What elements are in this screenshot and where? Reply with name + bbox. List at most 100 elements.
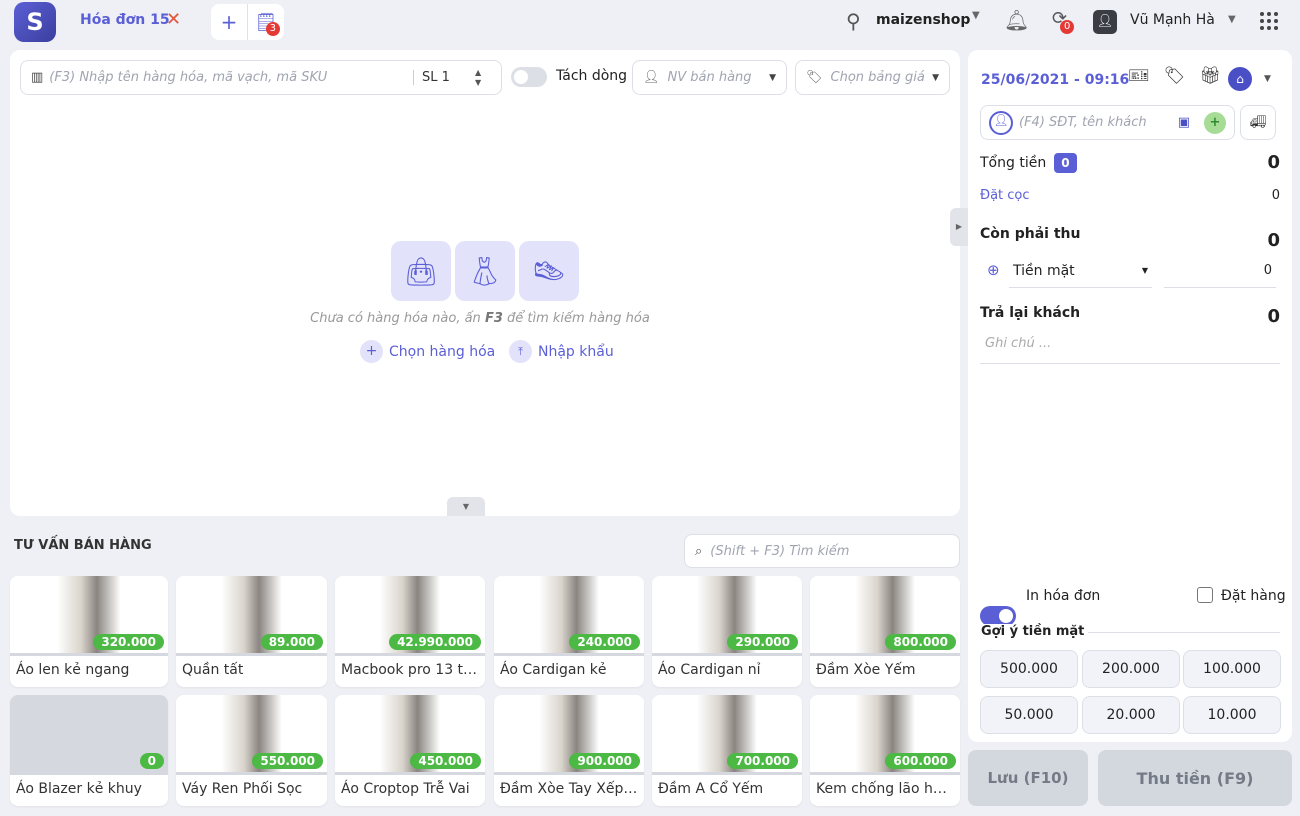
deposit-link[interactable]: Đặt cọc xyxy=(980,188,1030,203)
choose-products-button[interactable]: + Chọn hàng hóa xyxy=(360,340,495,363)
delivery-truck-button[interactable]: 🚚︎ xyxy=(1240,105,1276,140)
orders-list-button[interactable]: 🗒 3 xyxy=(248,4,284,40)
import-button[interactable]: ⤒ Nhập khẩu xyxy=(509,340,614,363)
cash-suggestion-button[interactable]: 10.000 xyxy=(1183,696,1281,734)
amount-due-value: 0 xyxy=(1267,230,1280,251)
total-label: Tổng tiền xyxy=(980,154,1047,171)
tag-icon: 🏷︎ xyxy=(806,70,823,85)
user-menu[interactable]: Vũ Mạnh Hà xyxy=(1130,12,1215,28)
order-datetime[interactable]: 25/06/2021 - 09:16 xyxy=(981,72,1129,88)
search-icon: ⌕ xyxy=(695,543,703,559)
product-image: 600.000 xyxy=(810,695,960,775)
bell-icon[interactable]: 🔔︎ xyxy=(1004,8,1029,32)
product-price: 290.000 xyxy=(727,634,798,650)
product-card[interactable]: 320.000 Áo len kẻ ngang xyxy=(10,576,168,687)
chevron-down-icon: ▼ xyxy=(932,72,939,83)
store-chevron-icon[interactable]: ▼ xyxy=(972,10,980,21)
payment-method-select[interactable]: Tiền mặt ▼ xyxy=(1009,254,1152,288)
apps-grid-icon[interactable] xyxy=(1260,12,1278,30)
product-card[interactable]: 290.000 Áo Cardigan nỉ xyxy=(652,576,802,687)
product-card[interactable]: 89.000 Quần tất xyxy=(176,576,327,687)
staff-select[interactable]: 👤︎ NV bán hàng ▼ xyxy=(632,60,787,95)
cash-suggestion-button[interactable]: 100.000 xyxy=(1183,650,1281,688)
product-search-input[interactable]: (F3) Nhập tên hàng hóa, mã vạch, mã SKU xyxy=(49,70,413,85)
upload-icon: ⤒ xyxy=(509,340,532,363)
product-image: 800.000 xyxy=(810,576,960,656)
product-card[interactable]: 42.990.000 Macbook pro 13 touchbar xyxy=(335,576,485,687)
product-name: Áo Croptop Trễ Vai xyxy=(341,781,470,797)
expand-panel-handle[interactable]: ▶ xyxy=(950,208,968,246)
store-icon[interactable]: ⌂ xyxy=(1228,67,1252,91)
collapse-suggestions-handle[interactable]: ▼ xyxy=(447,497,485,516)
sync-icon[interactable]: ⟳ 0 xyxy=(1052,8,1075,34)
product-image: 900.000 xyxy=(494,695,644,775)
item-count-badge: 0 xyxy=(1054,152,1077,173)
add-tab-button[interactable]: + xyxy=(211,4,248,40)
chevron-down-icon[interactable]: ▼ xyxy=(1264,74,1271,84)
coupon-tag-icon[interactable]: 🏷︎ xyxy=(1164,66,1186,86)
scan-customer-icon[interactable]: ▣ xyxy=(1178,115,1190,130)
paid-amount-input[interactable]: 0 xyxy=(1164,254,1276,288)
barcode-icon: ▥ xyxy=(31,70,44,85)
product-name: Đầm A Cổ Yếm xyxy=(658,781,764,797)
product-card[interactable]: 240.000 Áo Cardigan kẻ xyxy=(494,576,644,687)
product-price: 42.990.000 xyxy=(389,634,481,650)
product-search[interactable]: ▥ (F3) Nhập tên hàng hóa, mã vạch, mã SK… xyxy=(20,60,502,95)
cash-suggestion-button[interactable]: 20.000 xyxy=(1082,696,1180,734)
user-avatar[interactable]: 👤︎ xyxy=(1093,10,1117,34)
product-price: 450.000 xyxy=(410,753,481,769)
product-image: 450.000 xyxy=(335,695,485,775)
product-name: Váy Ren Phối Sọc xyxy=(182,781,303,797)
product-name: Áo Cardigan kẻ xyxy=(500,662,607,678)
app-logo[interactable]: S xyxy=(14,2,56,42)
cash-suggestion-button[interactable]: 500.000 xyxy=(980,650,1078,688)
print-invoice-label: In hóa đơn xyxy=(1026,588,1101,604)
note-input[interactable]: Ghi chú ... xyxy=(980,333,1280,364)
product-price: 550.000 xyxy=(252,753,323,769)
product-card[interactable]: 450.000 Áo Croptop Trễ Vai xyxy=(335,695,485,806)
user-chevron-icon[interactable]: ▼ xyxy=(1228,14,1236,25)
location-pin-icon: ⚲ xyxy=(846,9,861,33)
place-order-checkbox[interactable] xyxy=(1197,587,1213,603)
product-card[interactable]: 800.000 Đầm Xòe Yếm xyxy=(810,576,960,687)
product-price: 800.000 xyxy=(885,634,956,650)
save-button[interactable]: Lưu (F10) xyxy=(968,750,1088,806)
product-card[interactable]: 550.000 Váy Ren Phối Sọc xyxy=(176,695,327,806)
quantity-stepper[interactable]: ▲ ▼ xyxy=(475,68,501,88)
orders-badge: 3 xyxy=(265,22,280,36)
pay-button[interactable]: Thu tiền (F9) xyxy=(1098,750,1292,806)
store-selector[interactable]: maizenshop xyxy=(876,12,970,28)
product-name: Áo Cardigan nỉ xyxy=(658,662,761,678)
product-card[interactable]: 900.000 Đầm Xòe Tay Xếp Ly xyxy=(494,695,644,806)
close-tab-icon[interactable]: ✕ xyxy=(166,9,181,30)
product-name: Kem chống lão hóa Olay xyxy=(816,781,960,797)
split-line-toggle[interactable] xyxy=(511,67,547,87)
cash-suggestion-button[interactable]: 50.000 xyxy=(980,696,1078,734)
deposit-value: 0 xyxy=(1271,188,1280,203)
suggest-search[interactable]: ⌕ (Shift + F3) Tìm kiếm xyxy=(684,534,960,568)
user-circle-icon: 👤︎ xyxy=(989,110,1013,135)
product-image: 320.000 xyxy=(10,576,168,656)
cash-suggestion-button[interactable]: 200.000 xyxy=(1082,650,1180,688)
product-card[interactable]: 700.000 Đầm A Cổ Yếm xyxy=(652,695,802,806)
total-value: 0 xyxy=(1267,152,1280,173)
sneaker-icon: 👟︎ xyxy=(519,241,579,301)
add-customer-icon[interactable]: + xyxy=(1204,111,1226,134)
customer-search[interactable]: 👤︎ (F4) SĐT, tên khách ▣ + xyxy=(980,105,1235,140)
product-price: 900.000 xyxy=(569,753,640,769)
product-name: Quần tất xyxy=(182,662,244,678)
print-invoice-toggle[interactable] xyxy=(980,606,1016,626)
place-order-label: Đặt hàng xyxy=(1221,588,1286,604)
product-name: Đầm Xòe Tay Xếp Ly xyxy=(500,781,643,797)
tab-invoice-15[interactable]: Hóa đơn 15 xyxy=(80,12,170,28)
gift-icon[interactable]: 🎁︎ xyxy=(1199,66,1221,86)
add-payment-icon[interactable]: ⊕ xyxy=(987,261,1000,279)
product-price: 0 xyxy=(139,753,164,769)
product-image: 290.000 xyxy=(652,576,802,656)
product-card[interactable]: 600.000 Kem chống lão hóa Olay xyxy=(810,695,960,806)
quantity-input[interactable]: SL 1 xyxy=(413,70,475,85)
product-name: Áo Blazer kẻ khuy xyxy=(16,781,142,797)
voucher-icon[interactable]: 🎫︎ xyxy=(1128,66,1150,86)
pricelist-select[interactable]: 🏷︎ Chọn bảng giá ▼ xyxy=(795,60,950,95)
product-card[interactable]: 0 Áo Blazer kẻ khuy xyxy=(10,695,168,806)
